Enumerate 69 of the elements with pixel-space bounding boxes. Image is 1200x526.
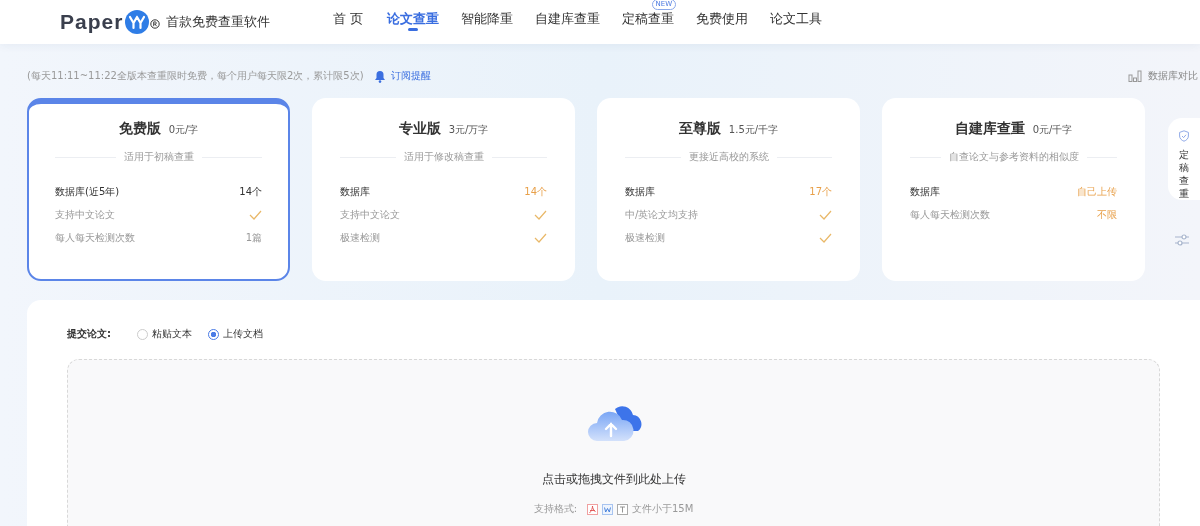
plan-card[interactable]: 自建库查重 0元/千字 自查论文与参考资料的相似度 数据库 自己上传 每人每天检测次数 不限 bbox=[882, 98, 1145, 281]
sliders-icon[interactable] bbox=[1174, 232, 1190, 248]
plan-card[interactable]: 免费版 0元/字 适用于初稿查重 数据库(近5年) 14个 支持中文论文 每人每天检测次数 1篇 bbox=[27, 98, 290, 281]
subscribe-link[interactable]: 订阅提醒 bbox=[373, 69, 431, 83]
check-icon bbox=[819, 232, 832, 243]
text-file-icon bbox=[617, 503, 628, 515]
pdf-file-icon bbox=[587, 503, 598, 515]
plan-subtitle: 适用于修改稿查重 bbox=[403, 150, 484, 164]
submit-label: 提交论文: bbox=[67, 327, 111, 341]
nav-tab[interactable]: 免费使用 bbox=[696, 10, 749, 27]
plan-price: 1.5元/千字 bbox=[728, 123, 779, 137]
registered-mark-icon bbox=[150, 19, 161, 29]
feature-label: 数据库 bbox=[910, 184, 940, 199]
nav-tab[interactable]: 论文工具 bbox=[770, 10, 823, 27]
plan-price: 0元/字 bbox=[168, 123, 199, 137]
plan-title: 自建库查重 bbox=[954, 120, 1025, 138]
feature-label: 极速检测 bbox=[625, 230, 665, 245]
database-compare-link[interactable]: 数据库对比 bbox=[1128, 69, 1198, 83]
plan-subtitle: 自查论文与参考资料的相似度 bbox=[948, 150, 1079, 164]
check-icon bbox=[534, 232, 547, 243]
bar-chart-icon bbox=[1128, 70, 1142, 82]
feature-value: 1篇 bbox=[245, 230, 262, 245]
feature-label: 中/英论文均支持 bbox=[625, 207, 699, 222]
plan-title: 免费版 bbox=[118, 120, 161, 138]
check-icon bbox=[534, 209, 547, 220]
feature-label: 数据库(近5年) bbox=[55, 184, 120, 199]
upload-dropzone[interactable]: 点击或拖拽文件到此处上传 支持格式: 文件小于15M bbox=[67, 359, 1160, 526]
brand-tagline: 首款免费查重软件 bbox=[166, 13, 271, 31]
feature-label: 极速检测 bbox=[340, 230, 380, 245]
check-icon bbox=[249, 209, 262, 220]
nav-tab[interactable]: 首 页 bbox=[333, 10, 364, 27]
plan-price: 0元/千字 bbox=[1032, 123, 1073, 137]
brand-logo[interactable]: Paper bbox=[60, 10, 124, 34]
feature-label: 支持中文论文 bbox=[340, 207, 400, 222]
bell-icon bbox=[373, 69, 386, 83]
nav-tab[interactable]: 自建库查重 bbox=[535, 10, 601, 27]
feature-label: 每人每天检测次数 bbox=[55, 230, 135, 245]
feature-value: 不限 bbox=[1097, 207, 1117, 222]
side-panel[interactable]: 定稿查重 bbox=[1168, 118, 1200, 200]
nav-tab[interactable]: 定稿查重 bbox=[622, 10, 675, 27]
plan-subtitle: 更接近高校的系统 bbox=[688, 150, 769, 164]
feature-value: 14个 bbox=[524, 184, 547, 199]
feature-value: 自己上传 bbox=[1077, 184, 1117, 199]
plan-price: 3元/万字 bbox=[448, 123, 489, 137]
plan-subtitle: 适用于初稿查重 bbox=[123, 150, 194, 164]
feature-label: 数据库 bbox=[340, 184, 370, 199]
feature-label: 支持中文论文 bbox=[55, 207, 115, 222]
radio-label: 上传文档 bbox=[223, 327, 263, 341]
upload-instruction: 点击或拖拽文件到此处上传 bbox=[541, 471, 686, 488]
shield-icon bbox=[1177, 130, 1191, 142]
plan-title: 至尊版 bbox=[678, 120, 721, 138]
formats-label: 支持格式: bbox=[533, 502, 577, 516]
feature-label: 数据库 bbox=[625, 184, 655, 199]
size-limit: 文件小于15M bbox=[632, 502, 694, 516]
side-panel-label: 定稿查重 bbox=[1179, 148, 1189, 200]
plan-card[interactable]: 专业版 3元/万字 适用于修改稿查重 数据库 14个 支持中文论文 极速检测 bbox=[312, 98, 575, 281]
radio-label: 粘贴文本 bbox=[152, 327, 192, 341]
feature-label: 每人每天检测次数 bbox=[910, 207, 990, 222]
feature-value: 14个 bbox=[239, 184, 262, 199]
radio-option[interactable]: 粘贴文本 bbox=[137, 327, 192, 341]
radio-option[interactable]: 上传文档 bbox=[208, 327, 263, 341]
logo-badge-icon bbox=[125, 10, 150, 34]
feature-value: 17个 bbox=[809, 184, 832, 199]
nav-tab[interactable]: 智能降重 bbox=[461, 10, 514, 27]
promo-notice: (每天11:11~11:22全版本查重限时免费，每个用户每天限2次，累计限5次) bbox=[27, 69, 364, 83]
plan-card[interactable]: 至尊版 1.5元/千字 更接近高校的系统 数据库 17个 中/英论文均支持 极速检测 bbox=[597, 98, 860, 281]
check-icon bbox=[819, 209, 832, 220]
plan-title: 专业版 bbox=[398, 120, 441, 138]
word-file-icon bbox=[602, 503, 613, 515]
